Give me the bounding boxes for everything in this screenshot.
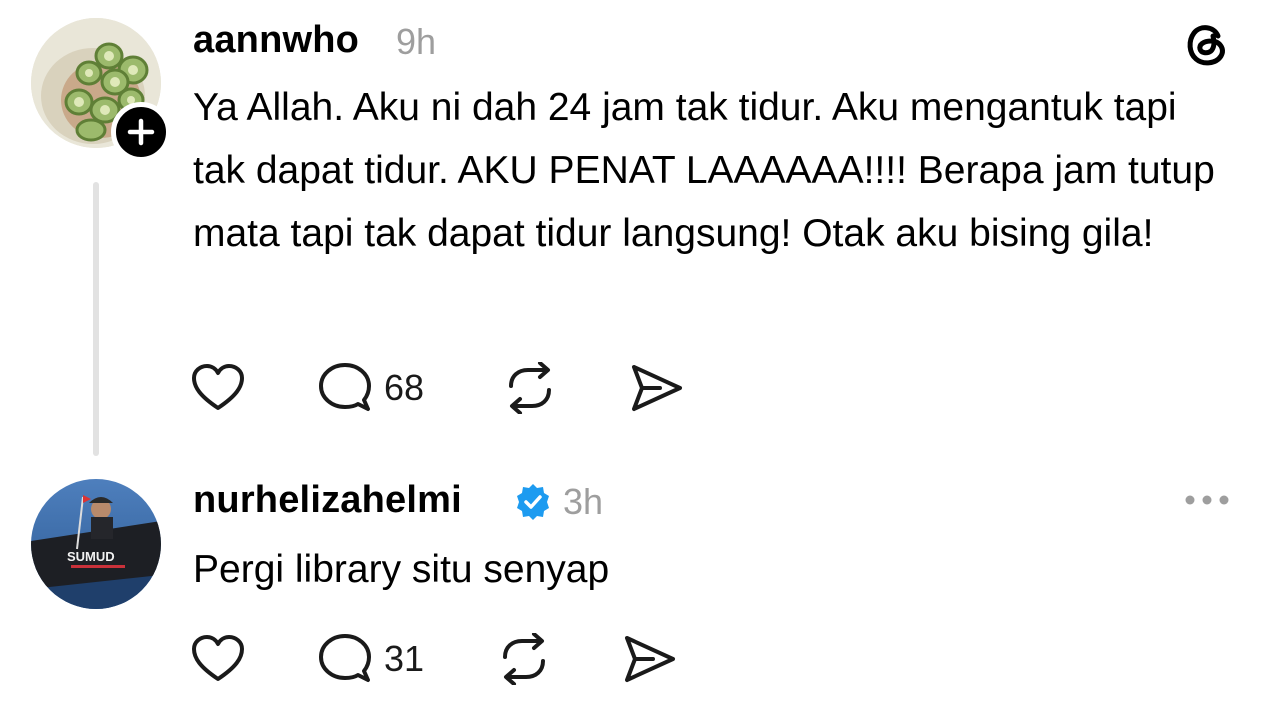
share-button[interactable] xyxy=(630,363,684,413)
plus-icon xyxy=(127,118,155,146)
send-icon xyxy=(632,365,682,411)
like-button[interactable] xyxy=(190,363,246,413)
like-button[interactable] xyxy=(190,634,246,684)
reply-button[interactable]: 31 xyxy=(318,633,424,685)
reply-count: 68 xyxy=(384,367,425,408)
comment-icon xyxy=(319,363,371,411)
repost-button[interactable] xyxy=(503,362,557,414)
repost-icon xyxy=(503,633,545,685)
share-button[interactable] xyxy=(623,634,677,684)
heart-icon xyxy=(192,635,244,681)
more-horizontal-icon[interactable] xyxy=(1182,490,1232,510)
repost-button[interactable] xyxy=(497,633,551,685)
timestamp: 9h xyxy=(396,21,437,62)
heart-icon xyxy=(192,364,244,410)
post-text: Ya Allah. Aku ni dah 24 jam tak tidur. A… xyxy=(193,86,1215,255)
banner-text: SUMUD xyxy=(67,549,115,564)
comment-icon xyxy=(319,634,371,682)
verified-badge-icon xyxy=(513,482,553,527)
avatar[interactable]: SUMUD xyxy=(31,479,161,609)
post-nurhelizahelmi: SUMUD nurhelizahelmi 3h Pergi library si… xyxy=(0,460,1280,726)
send-icon xyxy=(625,636,675,682)
username[interactable]: nurhelizahelmi xyxy=(193,479,462,522)
post-text: Pergi library situ senyap xyxy=(193,548,610,591)
follow-button[interactable] xyxy=(111,102,171,162)
timestamp: 3h xyxy=(563,481,604,522)
post-aannwho: aannwho 9h Ya Allah. Aku ni dah 24 jam t… xyxy=(0,0,1280,450)
reply-count: 31 xyxy=(384,638,425,679)
username[interactable]: aannwho xyxy=(193,19,359,62)
repost-icon xyxy=(509,362,551,414)
reply-button[interactable]: 68 xyxy=(318,362,424,414)
